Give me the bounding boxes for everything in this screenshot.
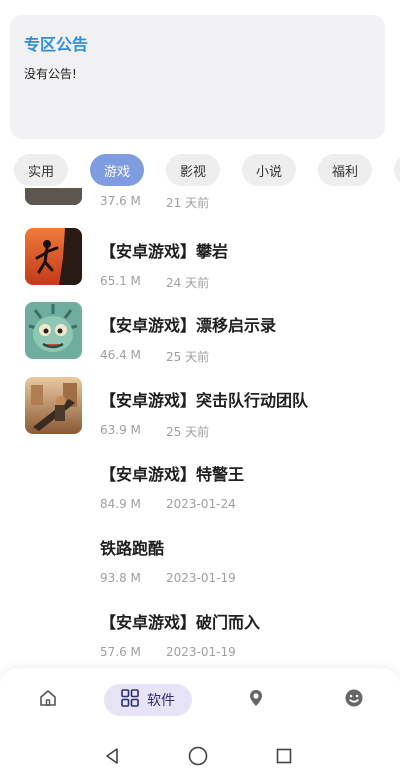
tab-label: 小说: [255, 164, 282, 180]
bottom-nav: 软件: [0, 668, 400, 734]
tab-more[interactable]: [394, 154, 400, 186]
notice-title: 专区公告: [24, 35, 89, 54]
system-nav-bar: [0, 734, 400, 780]
app-title: 铁路跑酷: [100, 539, 165, 558]
home-button[interactable]: [186, 746, 210, 770]
app-size: 93.8 M: [100, 571, 141, 585]
nav-home[interactable]: [34, 684, 62, 716]
category-tabs: 实用 游戏 影视 小说 福利: [0, 152, 400, 190]
tab-label: 游戏: [103, 164, 130, 180]
app-size: 57.6 M: [100, 645, 141, 659]
tab-welfare[interactable]: 福利: [318, 154, 372, 186]
app-meta: 65.1 M 24 天前: [100, 274, 209, 290]
nav-software[interactable]: 软件: [104, 684, 192, 716]
list-item[interactable]: 【安卓游戏】突击队行动团队 63.9 M 25 天前: [0, 377, 400, 451]
app-title: 【安卓游戏】漂移启示录: [100, 316, 277, 335]
tab-label: 实用: [27, 164, 54, 180]
back-button[interactable]: [100, 746, 124, 770]
tab-games[interactable]: 游戏: [90, 154, 144, 186]
app-title: 【安卓游戏】攀岩: [100, 242, 229, 261]
tab-label: 影视: [179, 164, 206, 180]
grid-icon: [121, 689, 139, 711]
tab-novels[interactable]: 小说: [242, 154, 296, 186]
list-item[interactable]: 铁路跑酷 93.8 M 2023-01-19: [0, 525, 400, 599]
app-size: 65.1 M: [100, 274, 141, 288]
list-item[interactable]: 【安卓游戏】破门而入 57.6 M 2023-01-19: [0, 599, 400, 668]
app-date: 2023-01-19: [166, 645, 236, 659]
app-date: 25 天前: [166, 350, 210, 364]
app-date: 24 天前: [166, 276, 210, 290]
tab-label: 福利: [331, 164, 358, 180]
smiley-icon: [344, 688, 364, 712]
tab-practical[interactable]: 实用: [14, 154, 68, 186]
app-meta: 63.9 M 25 天前: [100, 423, 209, 439]
app-size: 84.9 M: [100, 497, 141, 511]
list-item[interactable]: 【安卓游戏】攀岩 65.1 M 24 天前: [0, 228, 400, 302]
software-list: 37.6 M 21 天前 【安卓游戏】攀岩 65.1 M 24 天前 【安卓游戏…: [0, 188, 400, 668]
recents-square-icon: [274, 746, 294, 770]
nav-discover[interactable]: [242, 684, 270, 716]
app-date: 2023-01-19: [166, 571, 236, 585]
nav-profile[interactable]: [340, 684, 368, 716]
app-size: 37.6 M: [100, 194, 141, 208]
app-date: 21 天前: [166, 196, 210, 210]
app-date: 2023-01-24: [166, 497, 236, 511]
app-meta: 93.8 M 2023-01-19: [100, 571, 236, 585]
recents-button[interactable]: [272, 746, 296, 770]
app-title: 【安卓游戏】特警王: [100, 465, 245, 484]
app-title: 【安卓游戏】突击队行动团队: [100, 391, 309, 410]
app-size: 46.4 M: [100, 348, 141, 362]
home-icon: [38, 688, 58, 712]
list-item[interactable]: 【安卓游戏】漂移启示录 46.4 M 25 天前: [0, 302, 400, 376]
app-meta: 46.4 M 25 天前: [100, 348, 209, 364]
app-size: 63.9 M: [100, 423, 141, 437]
home-circle-icon: [187, 745, 209, 771]
list-item[interactable]: 【安卓游戏】特警王 84.9 M 2023-01-24: [0, 451, 400, 525]
app-meta: 84.9 M 2023-01-24: [100, 497, 236, 511]
app-thumbnail: [25, 188, 82, 205]
back-triangle-icon: [102, 746, 122, 770]
app-title: 【安卓游戏】破门而入: [100, 613, 261, 632]
compass-icon: [246, 688, 266, 712]
app-date: 25 天前: [166, 425, 210, 439]
app-meta: 37.6 M 21 天前: [100, 194, 209, 210]
app-thumbnail: [25, 302, 82, 359]
app-thumbnail: [25, 228, 82, 285]
tab-movies[interactable]: 影视: [166, 154, 220, 186]
notice-card: 专区公告 没有公告!: [10, 15, 385, 139]
nav-software-label: 软件: [147, 693, 175, 709]
app-thumbnail: [25, 377, 82, 434]
list-item[interactable]: 37.6 M 21 天前: [0, 188, 400, 222]
notice-body: 没有公告!: [24, 67, 77, 81]
app-meta: 57.6 M 2023-01-19: [100, 645, 236, 659]
